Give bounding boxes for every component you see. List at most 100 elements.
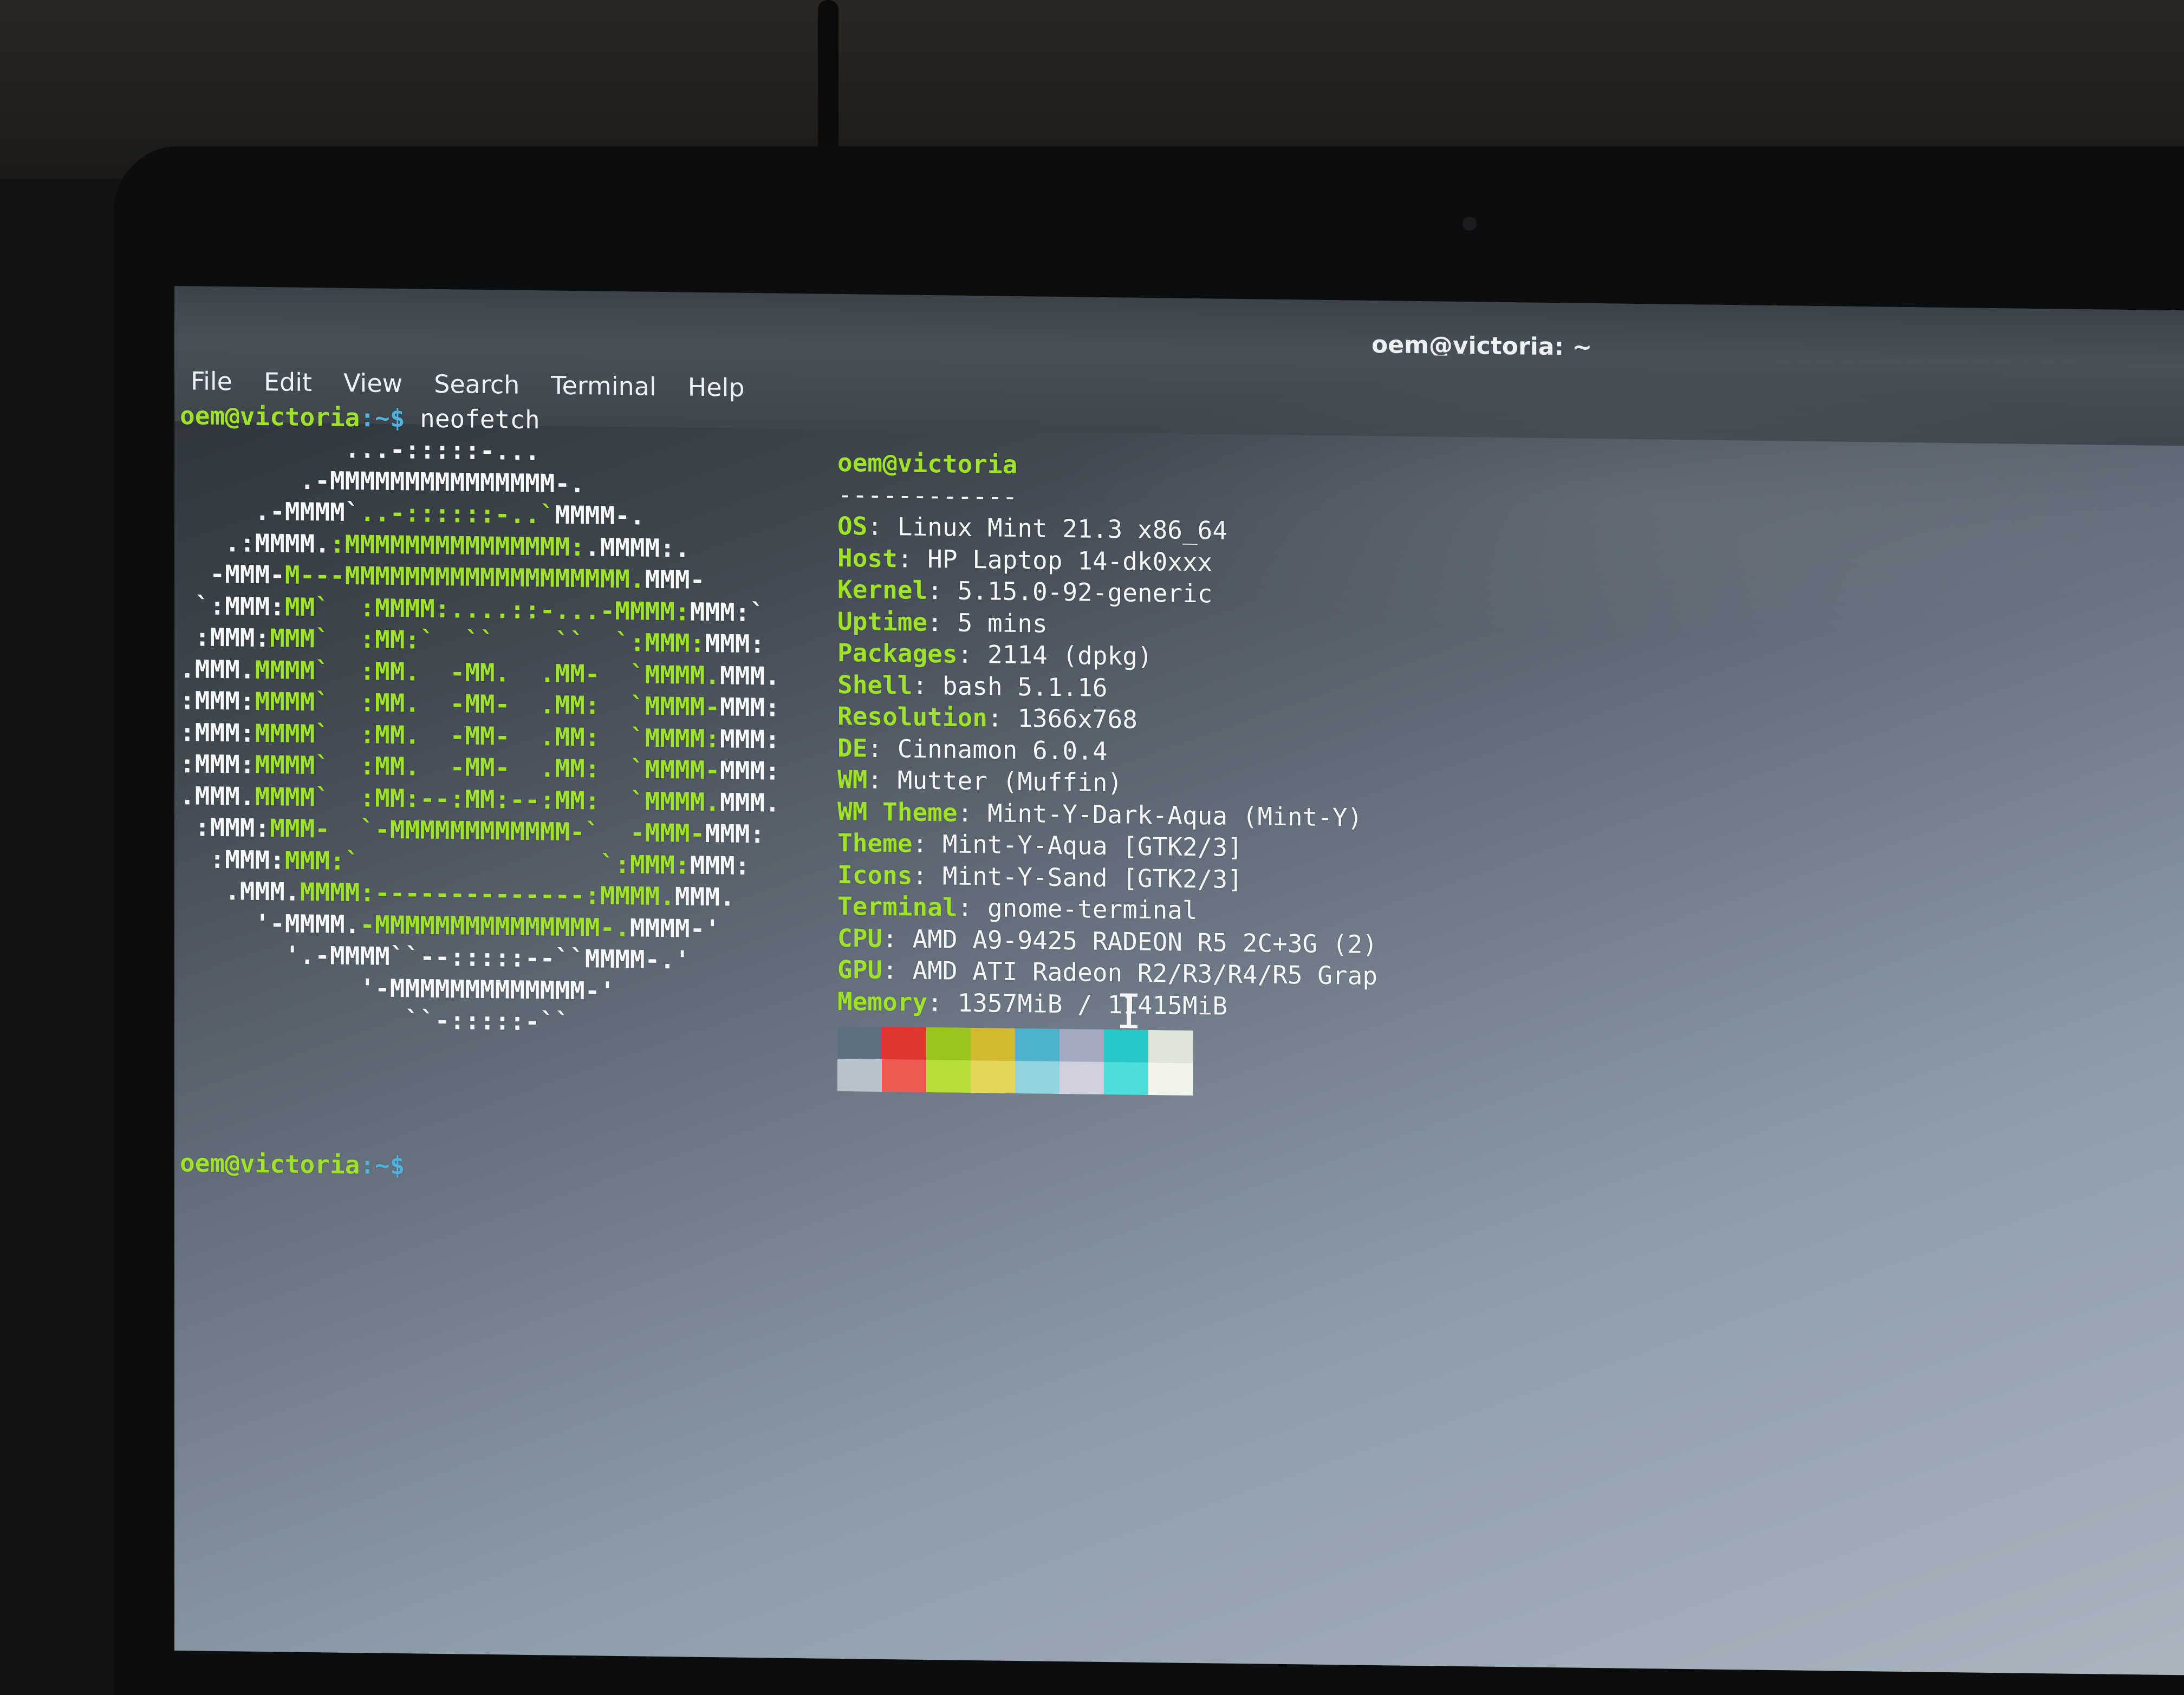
logo-segment: MM` :MMMM:....::-...-MMMM: [284,591,690,627]
color-swatch [882,1026,926,1060]
logo-segment: MMM. [720,787,780,818]
logo-segment: ``-:::::-`` [180,1002,570,1036]
info-colon: : [927,607,958,637]
logo-segment: MMMM` :MM. -MM- .MM: `MMMM: [255,718,720,753]
info-value: gnome-terminal [987,893,1198,925]
logo-segment: .-MMMM` [180,496,360,527]
logo-segment: .MMM. [180,654,255,684]
info-value: Mint-Y-Dark-Aqua (Mint-Y) [987,798,1363,832]
cable [818,0,838,162]
logo-segment: MMM: [705,628,765,659]
info-row: Memory: 1357MiB / 11415MiB [837,985,1377,1023]
palette-row-bottom [837,1058,1193,1096]
logo-segment: :MMM: [180,686,255,716]
info-key: Memory [837,986,928,1017]
info-value: Mutter (Muffin) [897,765,1123,798]
info-value: AMD A9-9425 RADEON R5 2C+3G (2) [912,924,1378,959]
logo-segment: MMM- `-MMMMMMMMMMMM-` -MMM- [270,813,705,848]
logo-segment: MMMM` :MM. -MM- .MM: `MMMM- [255,686,720,722]
color-swatch [971,1060,1015,1093]
info-colon: : [957,639,987,669]
info-value: 1357MiB / 11415MiB [957,988,1228,1021]
info-value: 2114 (dpkg) [987,640,1153,672]
terminal-content[interactable]: oem@victoria:~$ neofetch ...-:::::-... .… [180,400,2184,1676]
logo-segment: '-MMMMMMMMMMMMM-' [180,970,615,1006]
prompt-suffix: :~$ [360,1150,405,1181]
logo-segment: -MMM- [180,559,285,590]
menu-search[interactable]: Search [434,369,519,400]
color-swatch [1104,1061,1148,1095]
info-value: AMD ATI Radeon R2/R3/R4/R5 Grap [912,955,1378,991]
menu-view[interactable]: View [343,368,402,398]
info-colon: : [912,670,942,700]
info-colon: : [882,955,913,985]
text-cursor-icon [1127,993,1131,1028]
logo-segment: :MMM: [180,844,285,875]
logo-segment: .:MMMM. [180,527,330,559]
color-swatch [1148,1029,1193,1063]
info-key: CPU [837,923,883,953]
logo-segment: M---MMMMMMMMMMMMMMMMMMM. [284,560,645,594]
info-colon: : [912,860,942,890]
color-swatch [1015,1028,1060,1061]
logo-segment: ..-::::::-..` [360,498,555,530]
menu-file[interactable]: File [191,366,232,396]
info-key: DE [837,733,868,763]
logo-segment: MMM. [674,882,735,912]
mint-ascii-logo: ...-:::::-... .-MMMMMMMMMMMMMMM-. .-MMMM… [180,431,780,1040]
logo-segment: MMMM` :MM. -MM- .MM: `MMMM- [255,749,720,785]
info-value: Mint-Y-Aqua [GTK2/3] [942,829,1243,863]
logo-segment: MMM` :MM:` `` `` `:MMM: [270,623,705,658]
logo-segment: :MMM: [180,717,255,748]
logo-segment: '.-MMMM``--:::::--``MMMM-.' [180,939,690,975]
logo-segment: .MMM. [180,876,300,907]
menu-edit[interactable]: Edit [264,367,312,397]
info-colon: : [882,923,913,954]
info-key: Resolution [837,701,987,733]
info-value: Cinnamon 6.0.4 [897,733,1108,766]
logo-segment: :MMM: [180,812,270,843]
system-info: oem@victoria ------------ OS: Linux Mint… [837,447,1377,1023]
color-swatch [1060,1028,1104,1062]
prompt-line[interactable]: oem@victoria:~$ [180,1147,405,1182]
info-key: WM [837,764,868,794]
color-swatch [926,1059,971,1093]
info-key: WM Theme [837,796,958,827]
logo-segment: MMM: [720,723,780,754]
logo-segment: .MMM. [180,780,255,811]
color-swatch [837,1026,882,1059]
info-colon: : [927,575,958,605]
info-colon: : [867,733,898,763]
info-key: Packages [837,637,958,669]
logo-segment: MMMM:--------------:MMMM. [300,877,675,911]
menu-list: File Edit View Search Terminal Help [191,366,745,402]
logo-segment: MMM:` [690,597,765,627]
logo-segment: MMM. [720,660,780,691]
menu-terminal[interactable]: Terminal [551,370,656,401]
color-palette [837,1026,1193,1096]
logo-segment: MMMM-' [629,912,720,943]
info-key: Icons [837,859,913,890]
webcam [1462,217,1477,231]
logo-segment: MMM: [720,692,780,722]
info-colon: : [897,543,928,573]
info-colon: : [927,987,958,1018]
info-key: Shell [837,669,913,700]
logo-segment: MMMM-. [555,500,645,531]
logo-segment: '-MMMM. [180,907,360,939]
info-key: OS [837,511,868,541]
color-swatch [1015,1060,1060,1094]
logo-segment: .-MMMMMMMMMMMMMMM-. [180,464,585,498]
logo-segment: :MMM: [180,749,255,779]
logo-segment: `:MMM: [180,590,285,621]
logo-segment: .MMMM:. [584,532,690,563]
prompt-user-host: oem@victoria [180,401,360,433]
color-swatch [837,1058,882,1092]
logo-segment: MMM- [645,564,705,595]
menu-help[interactable]: Help [688,373,745,402]
palette-row-top [837,1026,1193,1063]
info-key: Host [837,543,898,573]
color-swatch [971,1027,1015,1061]
color-swatch [926,1027,971,1060]
info-colon: : [957,892,987,923]
